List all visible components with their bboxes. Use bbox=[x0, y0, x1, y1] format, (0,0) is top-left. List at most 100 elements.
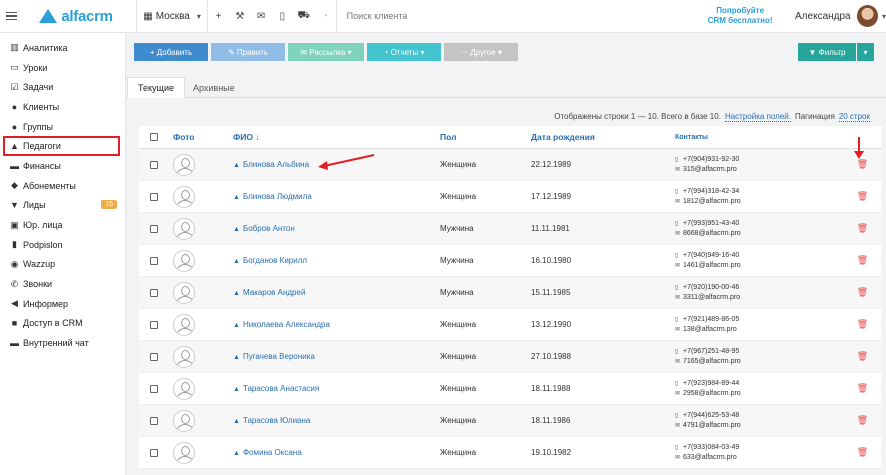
row-checkbox[interactable] bbox=[150, 320, 158, 329]
sidebar-item-finance[interactable]: ▬ Финансы bbox=[0, 156, 125, 176]
menu-icon[interactable] bbox=[6, 11, 25, 21]
cart-icon[interactable]: ⛟ bbox=[293, 0, 314, 33]
teacher-email[interactable]: 1812@alfacrm.pro bbox=[683, 198, 741, 205]
sidebar-item-crm-access[interactable]: ■ Доступ в CRM bbox=[0, 314, 125, 334]
row-checkbox[interactable] bbox=[150, 192, 158, 201]
sidebar-item-clients[interactable]: ● Клиенты bbox=[0, 97, 125, 117]
table-row[interactable]: ▲ Бобров Антон Мужчина 11.11.1981 ▯ +7(993)95… bbox=[139, 213, 881, 245]
trash-icon[interactable]: 🗑 bbox=[850, 159, 875, 170]
teacher-email[interactable]: 8668@alfacrm.pro bbox=[683, 230, 741, 237]
select-all-checkbox[interactable] bbox=[150, 133, 158, 141]
fields-settings-link[interactable]: Настройка полей. bbox=[724, 112, 791, 122]
teacher-phone[interactable]: +7(921)489-86-05 bbox=[683, 316, 739, 323]
bell-icon[interactable]: ◔ bbox=[314, 0, 335, 33]
table-row[interactable]: ▲ Тарасова Анастасия Женщина 18.11.1988 ▯ +7(… bbox=[139, 373, 881, 405]
column-fio[interactable]: ФИО ↓ bbox=[233, 132, 440, 142]
tab-archive[interactable]: Архивные bbox=[183, 77, 245, 99]
teacher-name-link[interactable]: ▲ Тарасова Юлиана bbox=[233, 416, 310, 425]
trash-icon[interactable]: 🗑 bbox=[850, 255, 875, 266]
add-button[interactable]: + Добавить bbox=[134, 43, 208, 61]
teacher-phone[interactable]: +7(933)084-03-49 bbox=[683, 444, 739, 451]
filter-dropdown-button[interactable]: ▾ bbox=[857, 43, 874, 61]
teacher-email[interactable]: 3311@alfacrm.pro bbox=[683, 294, 740, 301]
sidebar-item-subscriptions[interactable]: ◆ Абонементы bbox=[0, 176, 125, 196]
sidebar-item-legal[interactable]: ▣ Юр. лица bbox=[0, 215, 125, 235]
logo[interactable]: alfacrm bbox=[39, 8, 136, 25]
sidebar-item-internal-chat[interactable]: ▬ Внутренний чат bbox=[0, 333, 125, 353]
row-checkbox[interactable] bbox=[150, 288, 158, 297]
teacher-phone[interactable]: +7(993)951-43-40 bbox=[683, 220, 739, 227]
phone-icon[interactable]: ▯ bbox=[272, 0, 293, 33]
teacher-email[interactable]: 315@alfacrm.pro bbox=[683, 166, 737, 173]
teacher-name-link[interactable]: ▲ Тарасова Анастасия bbox=[233, 384, 319, 393]
table-row[interactable]: ▲ Богданов Кирилл Мужчина 16.10.1980 ▯ +7(940… bbox=[139, 245, 881, 277]
trash-icon[interactable]: 🗑 bbox=[850, 447, 875, 458]
wrench-icon[interactable]: ⚒ bbox=[229, 0, 250, 33]
sidebar-item-groups[interactable]: ● Группы bbox=[0, 117, 125, 137]
trash-icon[interactable]: 🗑 bbox=[850, 223, 875, 234]
teacher-name-link[interactable]: ▲ Николаева Александра bbox=[233, 320, 330, 329]
teacher-name-link[interactable]: ▲ Фомина Оксана bbox=[233, 448, 302, 457]
table-row[interactable]: ▲ Тарасова Юлиана Женщина 18.11.1986 ▯ +7(944… bbox=[139, 405, 881, 437]
table-row[interactable]: ▲ Блинова Альбина Женщина 22.12.1989 ▯ +7(904… bbox=[139, 149, 881, 181]
row-checkbox[interactable] bbox=[150, 224, 158, 233]
table-row[interactable]: ▲ Пугачева Вероника Женщина 27.10.1988 ▯ +7(9… bbox=[139, 341, 881, 373]
page-size-link[interactable]: 20 строк bbox=[838, 112, 870, 122]
column-sex[interactable]: Пол bbox=[440, 132, 531, 142]
teacher-email[interactable]: 2958@alfacrm.pro bbox=[683, 390, 741, 397]
teacher-email[interactable]: 633@alfacrm.pro bbox=[683, 454, 737, 461]
mailing-button[interactable]: ✉ Рассылка ▾ bbox=[288, 43, 364, 61]
search-input[interactable]: Поиск клиента bbox=[337, 11, 706, 21]
reports-button[interactable]: ◔ Отчеты ▾ bbox=[367, 43, 441, 61]
row-checkbox[interactable] bbox=[150, 384, 158, 393]
sidebar-item-teachers[interactable]: ▲ Педагоги bbox=[3, 136, 120, 157]
tab-current[interactable]: Текущие bbox=[127, 77, 185, 99]
user-avatar[interactable] bbox=[856, 5, 878, 27]
column-birthdate[interactable]: Дата рождения bbox=[531, 132, 675, 142]
sidebar-item-tasks[interactable]: ☑ Задачи bbox=[0, 77, 125, 97]
row-checkbox[interactable] bbox=[150, 256, 158, 265]
trash-icon[interactable]: 🗑 bbox=[850, 287, 875, 298]
user-name[interactable]: Александра bbox=[795, 11, 851, 22]
teacher-email[interactable]: 7165@alfacrm.pro bbox=[683, 358, 741, 365]
sidebar-item-calls[interactable]: ✆ Звонки bbox=[0, 274, 125, 294]
edit-button[interactable]: ✎ Править bbox=[211, 43, 285, 61]
teacher-name-link[interactable]: ▲ Макаров Андрей bbox=[233, 288, 305, 297]
filter-button[interactable]: ▼ Фильтр bbox=[798, 43, 856, 61]
teacher-email[interactable]: 4791@alfacrm.pro bbox=[683, 422, 741, 429]
chevron-down-icon[interactable]: ▾ bbox=[882, 12, 886, 21]
teacher-phone[interactable]: +7(944)625-53-48 bbox=[683, 412, 739, 419]
teacher-phone[interactable]: +7(920)190-00-46 bbox=[683, 284, 739, 291]
teacher-phone[interactable]: +7(940)949-16-40 bbox=[683, 252, 739, 259]
sidebar-item-leads[interactable]: ▼ Лиды 15 bbox=[0, 196, 125, 216]
trash-icon[interactable]: 🗑 bbox=[850, 415, 875, 426]
column-contacts[interactable]: Контакты bbox=[675, 133, 850, 142]
teacher-name-link[interactable]: ▲ Пугачева Вероника bbox=[233, 352, 315, 361]
row-checkbox[interactable] bbox=[150, 160, 158, 169]
row-checkbox[interactable] bbox=[150, 416, 158, 425]
sidebar-item-informer[interactable]: ◀ Информер bbox=[0, 294, 125, 314]
teacher-email[interactable]: 138@alfacrm.pro bbox=[683, 326, 737, 333]
sidebar-item-wazzup[interactable]: ◉ Wazzup bbox=[0, 255, 125, 275]
mail-icon[interactable]: ✉ bbox=[250, 0, 271, 33]
table-row[interactable]: ▲ Блинова Людмила Женщина 17.12.1989 ▯ +7(994… bbox=[139, 181, 881, 213]
table-row[interactable]: ▲ Макаров Андрей Мужчина 15.11.1985 ▯ +7(920)… bbox=[139, 277, 881, 309]
trash-icon[interactable]: 🗑 bbox=[850, 383, 875, 394]
teacher-phone[interactable]: +7(904)931-92-30 bbox=[683, 156, 739, 163]
promo-link[interactable]: Попробуйте CRM бесплатно! bbox=[705, 6, 775, 26]
teacher-email[interactable]: 1461@alfacrm.pro bbox=[683, 262, 741, 269]
trash-icon[interactable]: 🗑 bbox=[850, 351, 875, 362]
city-selector[interactable]: ▦ Москва ▾ bbox=[137, 11, 207, 22]
column-photo[interactable]: Фото bbox=[169, 132, 233, 142]
table-row[interactable]: ▲ Фомина Оксана Женщина 19.10.1982 ▯ +7(933)0… bbox=[139, 437, 881, 469]
row-checkbox[interactable] bbox=[150, 352, 158, 361]
teacher-phone[interactable]: +7(994)318-42-34 bbox=[683, 188, 739, 195]
row-checkbox[interactable] bbox=[150, 448, 158, 457]
sidebar-item-analytics[interactable]: ▥ Аналитика bbox=[0, 38, 125, 58]
plus-icon[interactable]: + bbox=[208, 0, 229, 33]
teacher-phone[interactable]: +7(967)251-48-95 bbox=[683, 348, 739, 355]
other-button[interactable]: ··· Другое ▾ bbox=[444, 43, 518, 61]
teacher-name-link[interactable]: ▲ Блинова Альбина bbox=[233, 160, 309, 169]
trash-icon[interactable]: 🗑 bbox=[850, 191, 875, 202]
sidebar-item-lessons[interactable]: ▭ Уроки bbox=[0, 58, 125, 78]
